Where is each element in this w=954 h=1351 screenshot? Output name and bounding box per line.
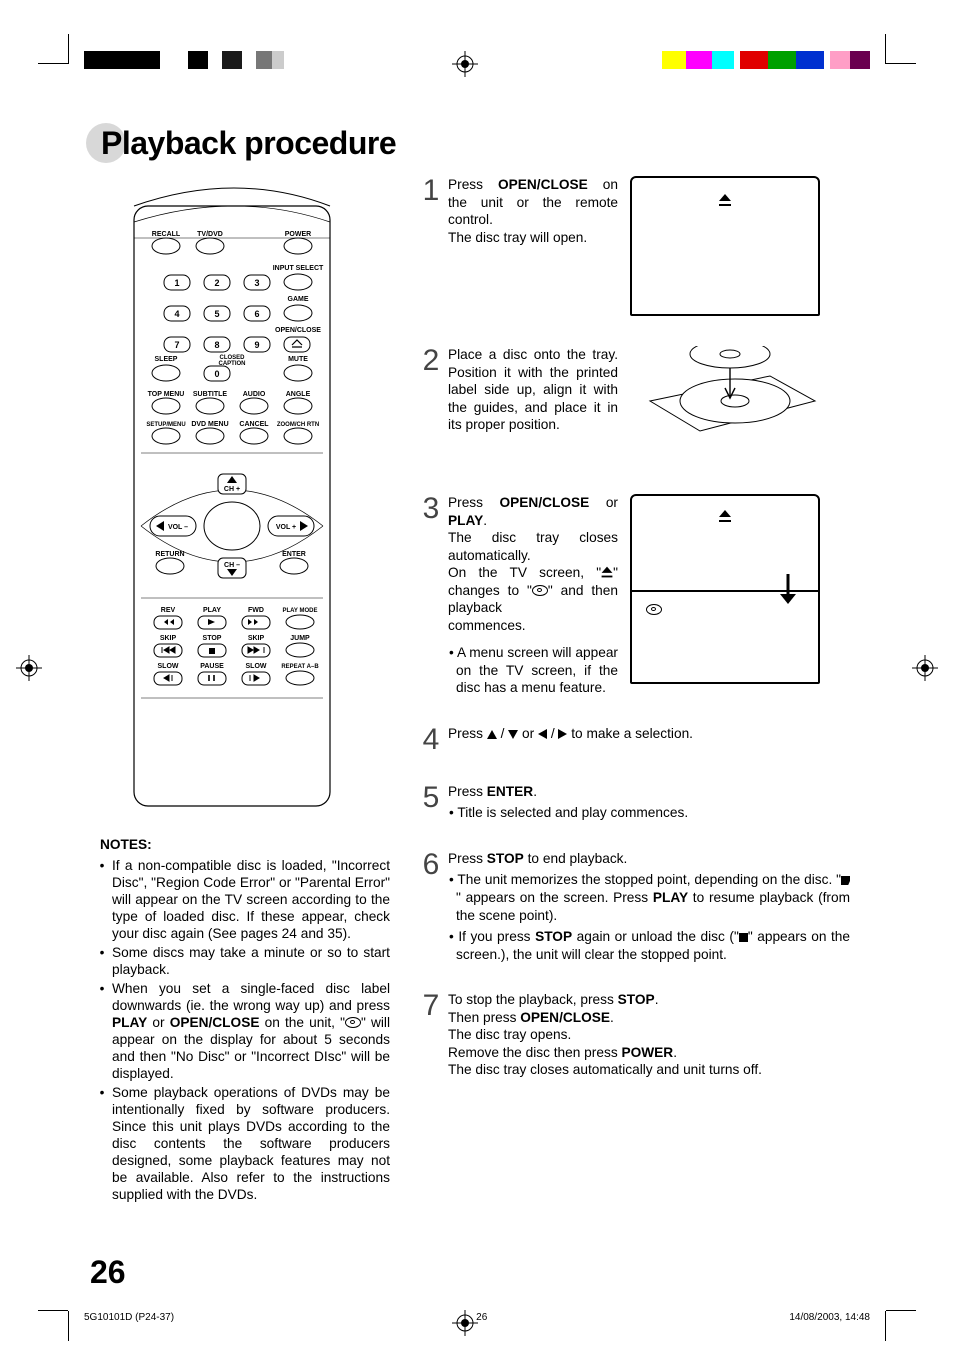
footer-center: 26 — [476, 1312, 487, 1323]
tv-screen-transition — [630, 494, 820, 684]
svg-text:3: 3 — [254, 278, 259, 288]
svg-text:CH –: CH – — [224, 562, 240, 569]
svg-text:CH +: CH + — [224, 486, 240, 493]
note-4: Some playback operations of DVDs may be … — [112, 1085, 390, 1204]
svg-text:PLAY MODE: PLAY MODE — [282, 608, 317, 614]
label-game: GAME — [288, 296, 309, 303]
label-mute: MUTE — [288, 356, 308, 363]
note-1: If a non-compatible disc is loaded, "Inc… — [112, 858, 390, 943]
step-1: 1 Press OPEN/CLOSE on the unit or the re… — [420, 176, 850, 316]
footer-right: 14/08/2003, 14:48 — [789, 1312, 870, 1323]
svg-text:REPEAT A–B: REPEAT A–B — [281, 664, 319, 670]
step-3: 3 Press OPEN/CLOSE or PLAY. The disc tra… — [420, 494, 850, 697]
svg-text:ZOOM/CH RTN: ZOOM/CH RTN — [277, 422, 319, 428]
svg-text:SLOW: SLOW — [246, 663, 267, 670]
color-bar-left — [84, 51, 284, 69]
svg-text:REV: REV — [161, 607, 176, 614]
svg-text:SKIP: SKIP — [248, 635, 265, 642]
svg-text:8: 8 — [214, 340, 219, 350]
note-2: Some discs may take a minute or so to st… — [112, 945, 390, 979]
page-number: 26 — [90, 1254, 126, 1291]
step-5: 5 Press ENTER. Title is selected and pla… — [420, 783, 850, 822]
svg-text:FWD: FWD — [248, 607, 264, 614]
svg-text:0: 0 — [214, 369, 219, 379]
svg-text:PLAY: PLAY — [203, 607, 221, 614]
svg-text:9: 9 — [254, 340, 259, 350]
svg-text:STOP: STOP — [203, 635, 222, 642]
eject-icon — [719, 510, 731, 522]
svg-text:SUBTITLE: SUBTITLE — [193, 391, 228, 398]
tv-screen-eject-icon — [630, 176, 820, 316]
up-arrow-icon — [487, 730, 497, 739]
label-power: POWER — [285, 231, 311, 238]
step-6: 6 Press STOP to end playback. The unit m… — [420, 850, 850, 963]
svg-text:ENTER: ENTER — [282, 551, 306, 558]
footer-meta: 5G10101D (P24-37) 26 14/08/2003, 14:48 — [84, 1312, 870, 1323]
svg-text:RETURN: RETURN — [155, 551, 184, 558]
svg-text:SLOW: SLOW — [158, 663, 179, 670]
svg-text:SKIP: SKIP — [160, 635, 177, 642]
label-sleep: SLEEP — [155, 356, 178, 363]
stop-icon — [739, 933, 748, 942]
svg-text:CANCEL: CANCEL — [239, 421, 269, 428]
step-2: 2 Place a disc onto the tray. Position i… — [420, 346, 850, 466]
svg-text:JUMP: JUMP — [290, 635, 310, 642]
svg-text:VOL +: VOL + — [276, 524, 296, 531]
color-bar-right — [662, 51, 870, 69]
disc-icon — [532, 585, 548, 596]
step-4: 4 Press / or / to make a selection. — [420, 725, 850, 755]
svg-text:ANGLE: ANGLE — [286, 391, 311, 398]
reg-target-left — [16, 655, 42, 681]
step-7: 7 To stop the playback, press STOP. Then… — [420, 991, 850, 1079]
svg-text:SETUP/MENU: SETUP/MENU — [146, 422, 185, 428]
left-arrow-icon — [538, 729, 547, 739]
svg-text:AUDIO: AUDIO — [243, 391, 266, 398]
disc-tray-figure — [630, 346, 820, 466]
eject-icon — [602, 567, 613, 578]
svg-text:5: 5 — [214, 309, 219, 319]
footer-left: 5G10101D (P24-37) — [84, 1312, 174, 1323]
svg-text:6: 6 — [254, 309, 259, 319]
disc-icon — [345, 1017, 361, 1028]
svg-text:1: 1 — [174, 278, 179, 288]
remote-control-figure: RECALL TV/DVD POWER INPUT SELECT 1 2 3 G… — [126, 178, 362, 818]
label-openclose: OPEN/CLOSE — [275, 327, 321, 334]
svg-text:TOP MENU: TOP MENU — [148, 391, 185, 398]
reg-target-right — [912, 655, 938, 681]
section-title: Playback procedure — [86, 123, 396, 163]
label-tvdvd: TV/DVD — [197, 231, 223, 238]
label-recall: RECALL — [152, 231, 181, 238]
reg-target-top — [452, 51, 478, 77]
notes-section: NOTES: If a non-compatible disc is loade… — [100, 837, 390, 1206]
eject-icon — [719, 194, 731, 206]
label-input-select: INPUT SELECT — [273, 265, 324, 272]
svg-text:4: 4 — [174, 309, 179, 319]
down-arrow-icon — [508, 730, 518, 739]
stop-partial-icon — [841, 876, 850, 885]
note-3: When you set a single-faced disc label d… — [112, 981, 390, 1083]
svg-text:PAUSE: PAUSE — [200, 663, 224, 670]
disc-icon — [646, 604, 662, 615]
svg-text:7: 7 — [174, 340, 179, 350]
svg-text:DVD MENU: DVD MENU — [191, 421, 228, 428]
svg-text:2: 2 — [214, 278, 219, 288]
right-arrow-icon — [558, 729, 567, 739]
svg-text:VOL –: VOL – — [168, 524, 188, 531]
